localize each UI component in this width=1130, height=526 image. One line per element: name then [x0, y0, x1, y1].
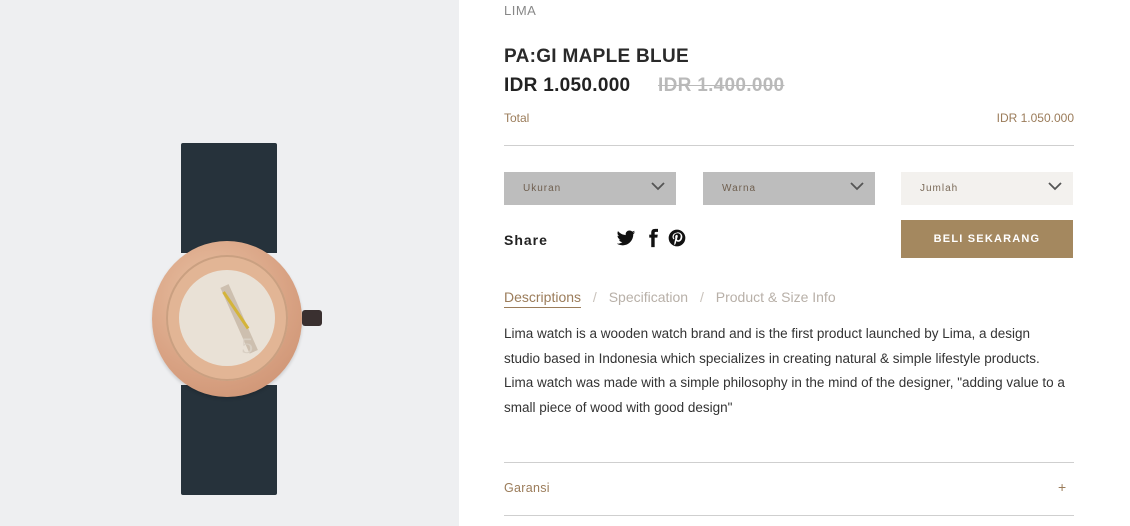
chevron-down-icon	[651, 182, 665, 191]
watch-strap-top	[181, 143, 277, 253]
divider	[504, 515, 1074, 516]
description-paragraph: Lima watch was made with a simple philos…	[504, 375, 1065, 415]
warranty-accordion-label[interactable]: Garansi	[504, 481, 550, 495]
color-select[interactable]: Warna	[703, 172, 875, 205]
chevron-down-icon	[850, 182, 864, 191]
chevron-down-icon	[1048, 182, 1062, 191]
original-price: IDR 1.400.000	[658, 75, 785, 96]
watch-case	[152, 241, 302, 397]
watch-numeral: 5	[241, 334, 254, 358]
tab-separator: /	[699, 289, 704, 305]
size-select[interactable]: Ukuran	[504, 172, 676, 205]
watch-bezel	[166, 255, 288, 381]
buy-now-button[interactable]: BELI SEKARANG	[901, 220, 1073, 258]
product-info-tabs: Descriptions / Specification / Product &…	[504, 289, 836, 308]
description-paragraph: Lima watch is a wooden watch brand and i…	[504, 326, 1040, 366]
product-title: PA:GI MAPLE BLUE	[504, 46, 689, 67]
product-description: Lima watch is a wooden watch brand and i…	[504, 322, 1069, 420]
brand-link[interactable]: LIMA	[504, 3, 536, 18]
share-label: Share	[504, 232, 548, 248]
sale-price: IDR 1.050.000	[504, 75, 631, 96]
divider	[504, 145, 1074, 146]
expand-icon[interactable]: +	[1058, 479, 1066, 495]
tab-separator: /	[592, 289, 597, 305]
total-label: Total	[504, 111, 530, 125]
pinterest-icon[interactable]	[667, 228, 687, 248]
tab-specification[interactable]: Specification	[609, 289, 688, 305]
total-value: IDR 1.050.000	[996, 111, 1074, 125]
quantity-select[interactable]: Jumlah	[901, 172, 1073, 205]
quantity-select-label: Jumlah	[920, 183, 959, 194]
watch-strap-bottom	[181, 385, 277, 495]
color-select-label: Warna	[722, 183, 757, 194]
divider	[504, 462, 1074, 463]
size-select-label: Ukuran	[523, 183, 562, 194]
facebook-icon[interactable]	[643, 228, 663, 248]
product-image[interactable]: 5	[0, 0, 459, 526]
twitter-icon[interactable]	[616, 228, 636, 248]
watch-crown	[302, 310, 322, 326]
tab-product-size-info[interactable]: Product & Size Info	[716, 289, 836, 305]
tab-descriptions[interactable]: Descriptions	[504, 289, 582, 308]
